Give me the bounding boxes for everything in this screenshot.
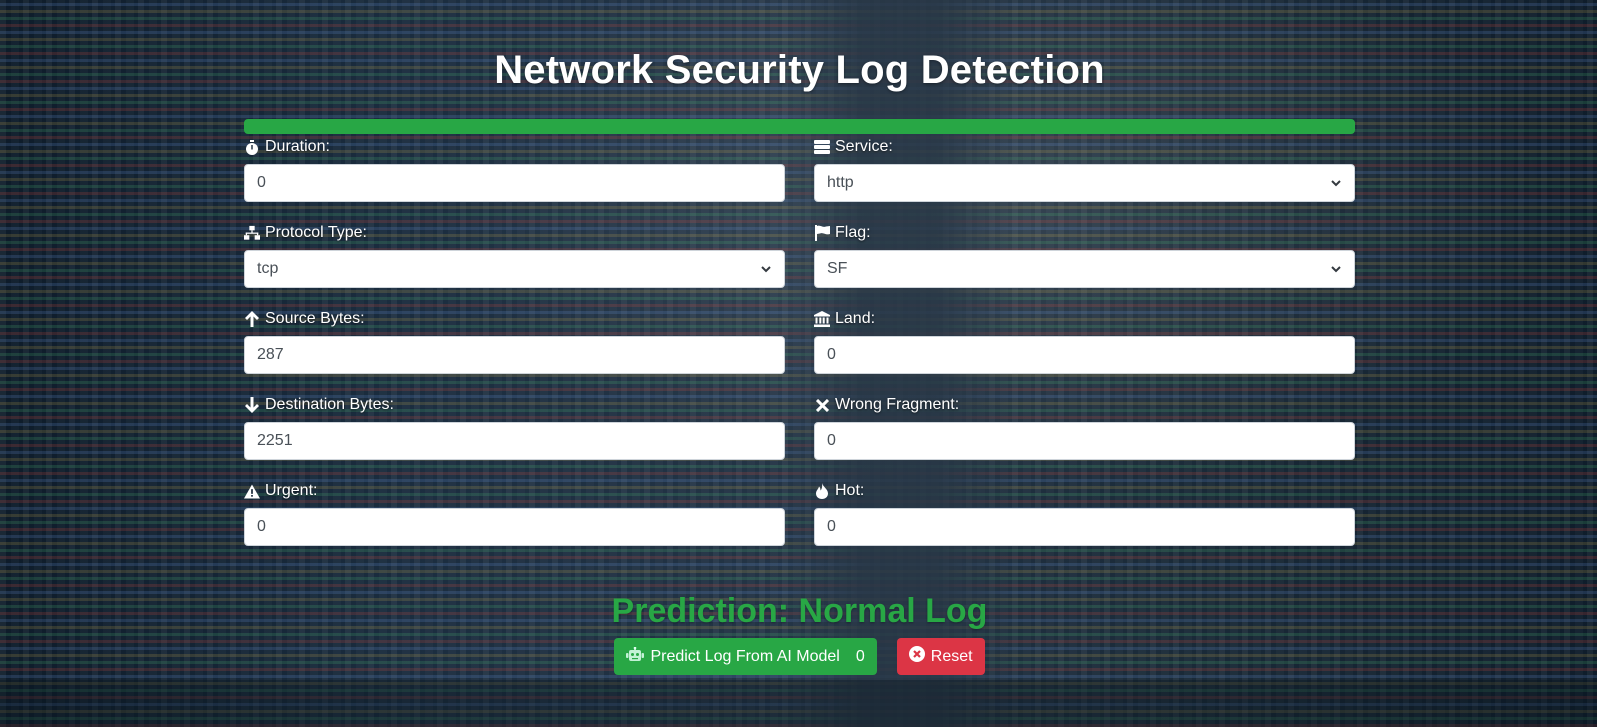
prediction-result: Prediction: Normal Log [611,592,988,630]
urgent-label-text: Urgent: [265,482,318,499]
protocol-type-label: Protocol Type: [244,222,785,244]
destination-bytes-field-group: Destination Bytes: 2251 [244,394,785,460]
predict-button-label: Predict Log From AI Model [650,647,840,665]
duration-input[interactable]: 0 [244,164,785,202]
destination-bytes-value: 2251 [257,432,293,449]
urgent-label: Urgent: [244,480,785,502]
reset-button-label: Reset [930,647,973,665]
source-bytes-input[interactable]: 287 [244,336,785,374]
protocol-type-selected-value: tcp [257,260,279,277]
reset-button[interactable]: Reset [896,638,985,675]
source-bytes-label-text: Source Bytes: [265,310,365,327]
background-bottom-band [0,680,1597,727]
progress-bar-fill [244,119,1355,134]
destination-bytes-input[interactable]: 2251 [244,422,785,460]
arrow-down-icon [244,397,260,413]
duration-field-group: Duration: 0 [244,136,785,202]
urgent-field-group: Urgent: 0 [244,480,785,546]
protocol-type-label-text: Protocol Type: [265,224,367,241]
flag-label: Flag: [814,222,1355,244]
protocol-type-select[interactable]: tcp [244,250,785,288]
hot-value: 0 [827,518,836,535]
service-label: Service: [814,136,1355,158]
x-mark-icon [814,397,830,413]
page-title: Network Security Log Detection [494,48,1105,92]
wrong-fragment-value: 0 [827,432,836,449]
fire-icon [814,483,830,499]
service-select[interactable]: http [814,164,1355,202]
wrong-fragment-input[interactable]: 0 [814,422,1355,460]
chevron-down-icon [1330,263,1342,275]
land-label: Land: [814,308,1355,330]
source-bytes-field-group: Source Bytes: 287 [244,308,785,374]
urgent-input[interactable]: 0 [244,508,785,546]
land-input[interactable]: 0 [814,336,1355,374]
chevron-down-icon [760,263,772,275]
arrow-up-icon [244,311,260,327]
urgent-value: 0 [257,518,266,535]
hot-label: Hot: [814,480,1355,502]
flag-icon [814,225,830,241]
source-bytes-value: 287 [257,346,284,363]
flag-field-group: Flag: SF [814,222,1355,288]
x-circle-icon [908,646,925,667]
stopwatch-icon [244,139,260,155]
flag-selected-value: SF [827,260,848,277]
wrong-fragment-field-group: Wrong Fragment: 0 [814,394,1355,460]
predict-button[interactable]: Predict Log From AI Model 0 [614,638,877,675]
service-field-group: Service: http [814,136,1355,202]
warning-icon [244,483,260,499]
chevron-down-icon [1330,177,1342,189]
action-bar: Predict Log From AI Model 0 Reset [244,638,1355,675]
predict-count-badge: 0 [855,647,865,665]
service-selected-value: http [827,174,854,191]
flag-label-text: Flag: [835,224,871,241]
hot-input[interactable]: 0 [814,508,1355,546]
network-icon [244,225,260,241]
progress-bar [244,119,1355,134]
landmark-icon [814,311,830,327]
service-label-text: Service: [835,138,893,155]
protocol-type-field-group: Protocol Type: tcp [244,222,785,288]
source-bytes-label: Source Bytes: [244,308,785,330]
server-icon [814,139,830,155]
destination-bytes-label-text: Destination Bytes: [265,396,394,413]
robot-icon [626,646,645,667]
duration-label-text: Duration: [265,138,330,155]
duration-label: Duration: [244,136,785,158]
land-field-group: Land: 0 [814,308,1355,374]
land-label-text: Land: [835,310,876,327]
hot-field-group: Hot: 0 [814,480,1355,546]
wrong-fragment-label: Wrong Fragment: [814,394,1355,416]
wrong-fragment-label-text: Wrong Fragment: [835,396,960,413]
hot-label-text: Hot: [835,482,865,499]
land-value: 0 [827,346,836,363]
destination-bytes-label: Destination Bytes: [244,394,785,416]
flag-select[interactable]: SF [814,250,1355,288]
duration-value: 0 [257,174,266,191]
